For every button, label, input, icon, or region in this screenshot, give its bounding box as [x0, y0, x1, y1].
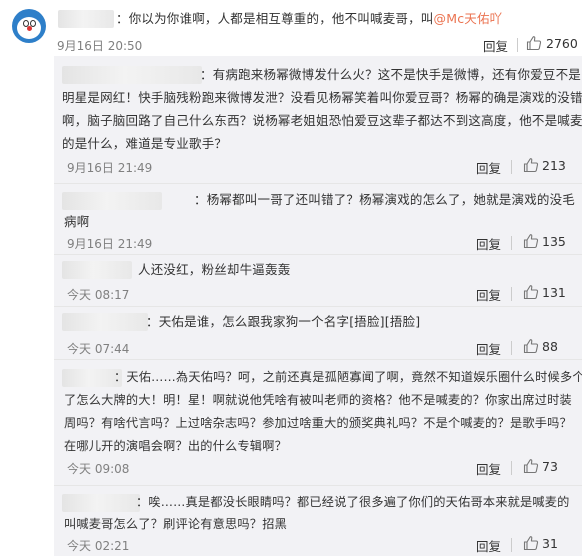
divider	[511, 160, 512, 174]
divider	[517, 38, 518, 52]
like-count: 2760	[546, 36, 578, 51]
username-redacted[interactable]	[62, 66, 202, 84]
reply-line: 明星是网红！快手脑残粉跑来微博发泄？没看见杨幂笑着叫你爱豆哥？杨幂的确是演戏的没…	[62, 90, 582, 105]
reply-item: ：天佑……為天佑吗？呵，之前还真是孤陋寡闻了啊，竟然不知道娱乐圈什么时候多个 了…	[54, 360, 582, 485]
reply-line: 病啊	[64, 214, 90, 229]
comment-text: ：你以为你谁啊，人都是相互尊重的，他不叫喊麦哥，叫@Mc天佑吖	[116, 11, 503, 26]
reply-line: ：唉……真是都没长眼睛吗？都已经说了很多遍了你们的天佑哥本来就是喊麦的	[136, 495, 570, 509]
divider	[511, 287, 512, 301]
reply-line: ：天佑是谁，怎么跟我家狗一个名字[捂脸][捂脸]	[146, 314, 421, 329]
divider	[511, 341, 512, 355]
reply-item: ：杨幂都叫一哥了还叫错了？杨幂演戏的怎么了，她就是演戏的没毛 病啊 9月16日 …	[54, 184, 582, 254]
thumbs-up-icon[interactable]	[523, 157, 539, 173]
thumbs-up-icon[interactable]	[523, 535, 539, 551]
reply-line: 在哪儿开的演唱会啊？出的什么专辑啊？	[64, 439, 287, 453]
reply-time: 今天 02:21	[67, 539, 130, 553]
avatar-icon[interactable]	[12, 9, 46, 43]
top-comment: ：你以为你谁啊，人都是相互尊重的，他不叫喊麦哥，叫@Mc天佑吖 9月16日 20…	[0, 0, 582, 56]
reply-time: 今天 09:08	[67, 462, 130, 476]
reply-item: ：有病跑来杨幂微博发什么火？这不是快手是微博，还有你爱豆不是 明星是网红！快手脑…	[54, 56, 582, 183]
reply-line: 的是什么，难道是专业歌手？	[62, 136, 228, 151]
username-redacted[interactable]	[62, 313, 148, 331]
thumbs-up-icon[interactable]	[523, 338, 539, 354]
like-count: 213	[542, 158, 566, 173]
reply-button[interactable]: 回复	[476, 536, 501, 555]
username-redacted[interactable]	[62, 369, 122, 387]
reply-line: 叫喊麦哥怎么了？刷评论有意思吗？招黑	[64, 517, 287, 531]
reply-line: 了怎么大牌的大！明！星！啊就说他凭啥有被叫老师的资格？他不是喊麦的？你家出席过时…	[64, 393, 572, 407]
reply-item: 人还没红，粉丝却牛逼轰轰 今天 08:17 回复 131	[54, 255, 582, 306]
username-redacted[interactable]	[62, 494, 140, 512]
mention-link[interactable]: @Mc天佑吖	[434, 11, 503, 26]
like-count: 131	[542, 285, 566, 300]
thumbs-up-icon[interactable]	[523, 233, 539, 249]
reply-time: 9月16日 21:49	[67, 161, 153, 175]
username-redacted[interactable]	[58, 10, 114, 28]
comment-time: 9月16日 20:50	[57, 39, 143, 53]
thumbs-up-icon[interactable]	[523, 284, 539, 300]
reply-button[interactable]: 回复	[476, 339, 501, 358]
reply-time: 今天 07:44	[67, 342, 130, 356]
reply-button[interactable]: 回复	[483, 36, 508, 55]
thumbs-up-icon[interactable]	[526, 35, 542, 51]
reply-line: ：有病跑来杨幂微博发什么火？这不是快手是微博，还有你爱豆不是	[200, 67, 582, 82]
username-redacted[interactable]	[62, 261, 132, 279]
like-count: 31	[542, 536, 558, 551]
reply-line: ：杨幂都叫一哥了还叫错了？杨幂演戏的怎么了，她就是演戏的没毛	[194, 192, 576, 207]
reply-time: 今天 08:17	[67, 288, 130, 302]
reply-line: 周吗？有啥代言吗？上过啥杂志吗？参加过啥重大的颁奖典礼吗？不是个喊麦的？是歌手吗…	[64, 416, 572, 430]
reply-item: ：天佑是谁，怎么跟我家狗一个名字[捂脸][捂脸] 今天 07:44 回复 88	[54, 307, 582, 359]
like-count: 135	[542, 234, 566, 249]
reply-button[interactable]: 回复	[476, 234, 501, 253]
reply-time: 9月16日 21:49	[67, 237, 153, 251]
divider	[511, 538, 512, 552]
reply-item: ：唉……真是都没长眼睛吗？都已经说了很多遍了你们的天佑哥本来就是喊麦的 叫喊麦哥…	[54, 486, 582, 556]
username-redacted[interactable]	[62, 192, 162, 210]
like-count: 88	[542, 339, 558, 354]
replies-panel: ：有病跑来杨幂微博发什么火？这不是快手是微博，还有你爱豆不是 明星是网红！快手脑…	[54, 56, 582, 556]
thumbs-up-icon[interactable]	[523, 458, 539, 474]
reply-button[interactable]: 回复	[476, 285, 501, 304]
divider	[511, 236, 512, 250]
reply-button[interactable]: 回复	[476, 158, 501, 177]
reply-line: 啊，脑子脑回路了自己什么东西？说杨幂老姐姐恐怕爱豆这辈子都达不到这高度，他不是喊…	[62, 113, 582, 128]
like-count: 73	[542, 459, 558, 474]
divider	[511, 461, 512, 475]
reply-line: 人还没红，粉丝却牛逼轰轰	[138, 262, 291, 277]
reply-button[interactable]: 回复	[476, 459, 501, 478]
reply-line: ：天佑……為天佑吗？呵，之前还真是孤陋寡闻了啊，竟然不知道娱乐圈什么时候多个	[114, 370, 582, 384]
